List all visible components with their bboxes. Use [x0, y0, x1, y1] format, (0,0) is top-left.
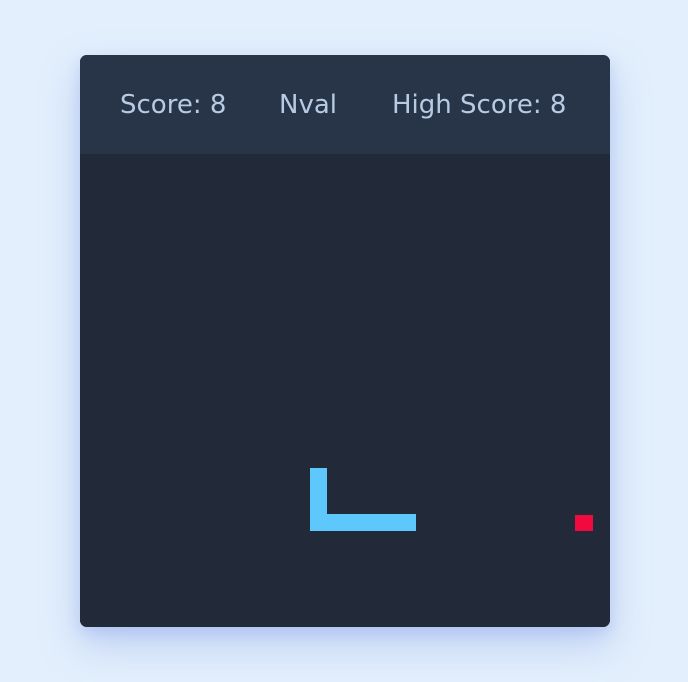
snake-body-horizontal: [310, 514, 416, 531]
game-page: Score: 8 Nval High Score: 8: [0, 0, 688, 682]
score-label: Score: 8: [120, 90, 227, 120]
snake-game-card: Score: 8 Nval High Score: 8: [80, 55, 610, 627]
game-board[interactable]: [80, 154, 610, 627]
high-score-label: High Score: 8: [392, 90, 567, 120]
player-name: Nval: [279, 90, 337, 120]
score-bar: Score: 8 Nval High Score: 8: [80, 55, 610, 154]
food-pellet: [575, 515, 593, 531]
